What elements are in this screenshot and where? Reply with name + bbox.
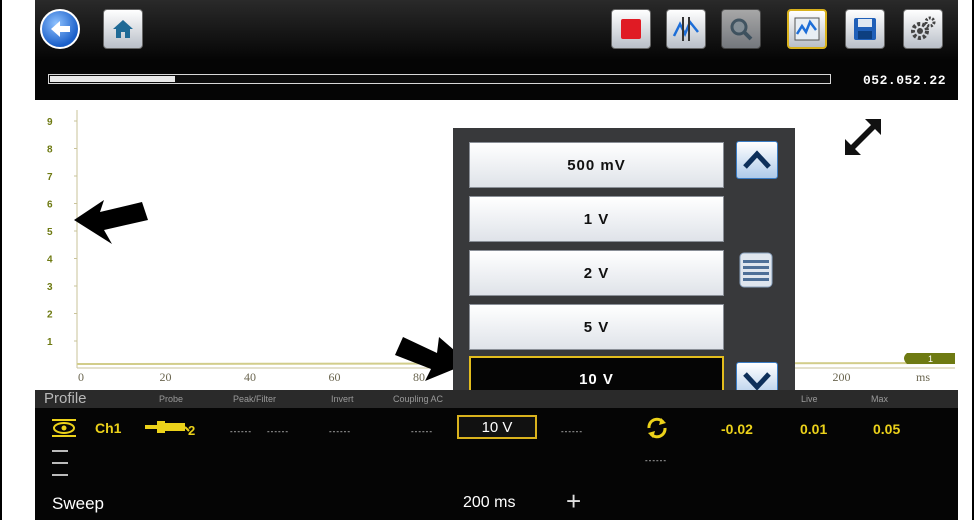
- scale-option-500mv[interactable]: 500 mV: [469, 142, 724, 188]
- y-tick-label: 8: [47, 145, 53, 156]
- frame-counter: 052.052.22: [862, 73, 946, 88]
- y-tick-label: 6: [47, 200, 53, 211]
- profile-title: Profile: [44, 390, 87, 407]
- scroll-up-button[interactable]: [736, 141, 778, 179]
- trace-icon: [794, 17, 820, 41]
- header-max: Max: [871, 394, 889, 404]
- settings-button[interactable]: [903, 9, 943, 49]
- sweep-label: Sweep: [52, 494, 104, 513]
- y-tick-label: 7: [47, 172, 53, 183]
- save-button[interactable]: [845, 9, 885, 49]
- chevron-up-icon: [743, 150, 771, 169]
- channel-label[interactable]: Ch1: [95, 420, 121, 436]
- magnifier-icon: [730, 18, 753, 41]
- home-button[interactable]: [103, 9, 143, 49]
- y-tick-label: 9: [47, 117, 53, 128]
- header-invert: Invert: [331, 394, 354, 404]
- eye-visibility-icon[interactable]: [51, 418, 77, 438]
- header-probe: Probe: [159, 394, 184, 404]
- y-tick-label: 3: [47, 282, 53, 293]
- home-icon: [113, 20, 133, 38]
- channel-controls: Ch1 2 ------ ------ ------ ------ 10 V -…: [35, 408, 958, 520]
- refresh-icon[interactable]: [644, 416, 670, 440]
- x-tick-label: 60: [329, 370, 341, 384]
- y-tick-label: 1: [47, 337, 53, 348]
- trigger-marker-label: 1: [928, 354, 933, 364]
- cursor-button[interactable]: [666, 9, 706, 49]
- chevron-down-icon: [743, 372, 771, 391]
- record-stop-icon: [621, 19, 641, 39]
- record-progress-bar[interactable]: [48, 74, 831, 84]
- y-tick-label: 4: [47, 255, 53, 266]
- scale-option-1v[interactable]: 1 V: [469, 196, 724, 242]
- trace-button[interactable]: [787, 9, 827, 49]
- peak-value[interactable]: ------: [230, 427, 252, 436]
- sweep-increase-button[interactable]: +: [566, 488, 581, 514]
- x-tick-label: 40: [244, 370, 256, 384]
- toolbar: [35, 0, 958, 60]
- annotation-arrow-left: [74, 200, 148, 244]
- refresh-value: ------: [645, 456, 667, 465]
- status-bar: 052.052.22: [35, 60, 958, 100]
- scale-selector[interactable]: 10 V: [457, 415, 537, 439]
- y-tick-label: 2: [47, 310, 53, 321]
- scale-extra-value[interactable]: ------: [561, 427, 583, 436]
- record-progress-fill: [50, 76, 175, 82]
- x-axis-unit: ms: [916, 370, 930, 384]
- invert-value[interactable]: ------: [329, 427, 351, 436]
- coupling-value[interactable]: ------: [411, 427, 433, 436]
- back-button[interactable]: [40, 9, 80, 49]
- sweep-value[interactable]: 200 ms: [463, 494, 515, 512]
- live-min-value: -0.02: [721, 421, 753, 437]
- scale-dropdown: 500 mV 1 V 2 V 5 V 10 V: [453, 128, 795, 406]
- channel-list-icon[interactable]: [52, 448, 68, 478]
- header-coupling: Coupling AC: [393, 394, 444, 404]
- cursor-waveform-icon: [672, 17, 699, 41]
- live-value: 0.01: [800, 421, 828, 437]
- floppy-disk-icon: [854, 18, 876, 40]
- probe-number: 2: [188, 423, 196, 438]
- expand-icon[interactable]: [845, 119, 881, 155]
- x-tick-label: 20: [160, 370, 172, 384]
- scroll-grip-icon[interactable]: [739, 252, 773, 288]
- back-arrow-icon: [51, 21, 70, 37]
- gear-icon: [911, 16, 936, 40]
- filter-value[interactable]: ------: [267, 427, 289, 436]
- profile-header: Profile Probe Peak/Filter Invert Couplin…: [35, 390, 958, 408]
- record-button[interactable]: [611, 9, 651, 49]
- y-tick-label: 5: [47, 227, 53, 238]
- scale-option-2v[interactable]: 2 V: [469, 250, 724, 296]
- scale-option-5v[interactable]: 5 V: [469, 304, 724, 350]
- zoom-button[interactable]: [721, 9, 761, 49]
- header-live: Live: [801, 394, 818, 404]
- x-tick-label: 200: [833, 370, 851, 384]
- max-value: 0.05: [873, 421, 901, 437]
- x-tick-label: 0: [78, 370, 84, 384]
- header-peak-filter: Peak/Filter: [233, 394, 277, 404]
